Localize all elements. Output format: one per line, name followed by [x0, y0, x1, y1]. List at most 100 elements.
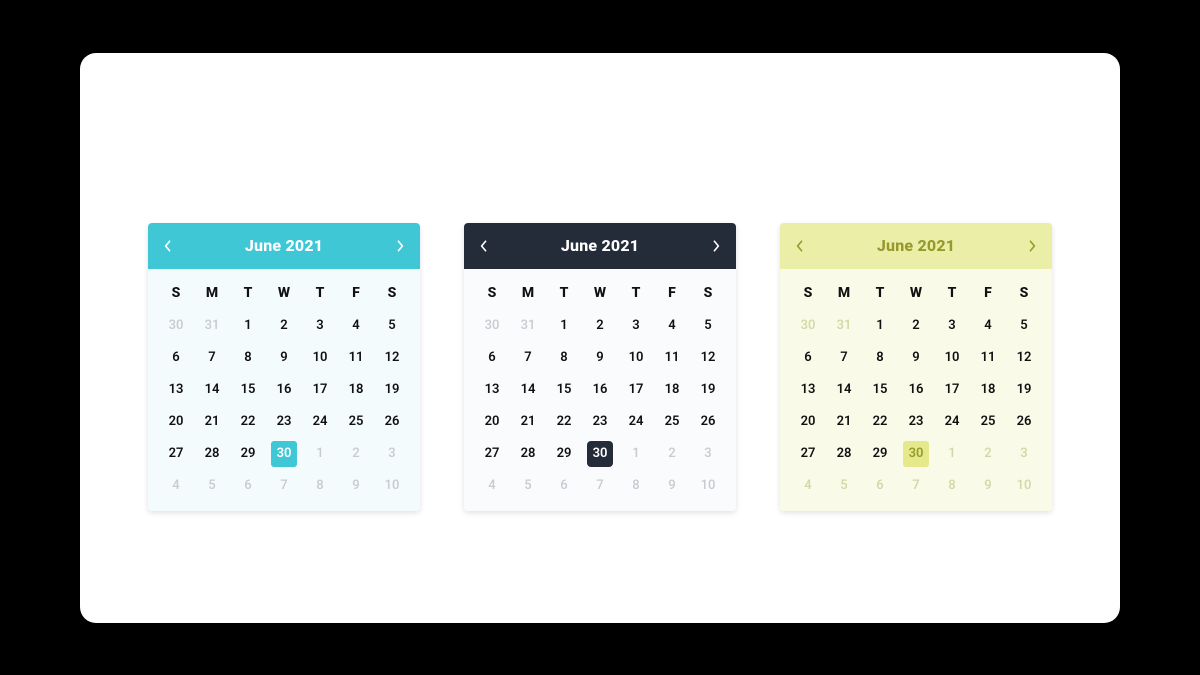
- day-cell[interactable]: 5: [374, 311, 410, 341]
- day-cell[interactable]: 26: [374, 407, 410, 437]
- day-cell[interactable]: 1: [546, 311, 582, 341]
- day-cell[interactable]: 3: [374, 439, 410, 469]
- day-cell[interactable]: 7: [194, 343, 230, 373]
- day-cell[interactable]: 21: [194, 407, 230, 437]
- next-month-button[interactable]: [700, 223, 732, 269]
- day-cell[interactable]: 10: [934, 343, 970, 373]
- day-cell[interactable]: 26: [1006, 407, 1042, 437]
- day-cell[interactable]: 16: [898, 375, 934, 405]
- day-cell[interactable]: 29: [546, 439, 582, 469]
- day-cell[interactable]: 29: [230, 439, 266, 469]
- day-cell[interactable]: 31: [510, 311, 546, 341]
- day-cell[interactable]: 15: [546, 375, 582, 405]
- day-cell[interactable]: 30: [587, 441, 613, 467]
- day-cell[interactable]: 17: [934, 375, 970, 405]
- day-cell[interactable]: 9: [582, 343, 618, 373]
- day-cell[interactable]: 23: [266, 407, 302, 437]
- day-cell[interactable]: 30: [790, 311, 826, 341]
- day-cell[interactable]: 13: [790, 375, 826, 405]
- day-cell[interactable]: 2: [582, 311, 618, 341]
- day-cell[interactable]: 8: [934, 471, 970, 501]
- day-cell[interactable]: 25: [654, 407, 690, 437]
- day-cell[interactable]: 19: [690, 375, 726, 405]
- day-cell[interactable]: 7: [510, 343, 546, 373]
- day-cell[interactable]: 26: [690, 407, 726, 437]
- day-cell[interactable]: 1: [230, 311, 266, 341]
- day-cell[interactable]: 30: [903, 441, 929, 467]
- day-cell[interactable]: 21: [510, 407, 546, 437]
- day-cell[interactable]: 16: [266, 375, 302, 405]
- day-cell[interactable]: 5: [690, 311, 726, 341]
- day-cell[interactable]: 11: [654, 343, 690, 373]
- day-cell[interactable]: 1: [618, 439, 654, 469]
- day-cell[interactable]: 6: [158, 343, 194, 373]
- day-cell[interactable]: 30: [158, 311, 194, 341]
- day-cell[interactable]: 11: [338, 343, 374, 373]
- day-cell[interactable]: 10: [374, 471, 410, 501]
- day-cell[interactable]: 30: [271, 441, 297, 467]
- day-cell[interactable]: 18: [654, 375, 690, 405]
- day-cell[interactable]: 2: [266, 311, 302, 341]
- day-cell[interactable]: 31: [194, 311, 230, 341]
- next-month-button[interactable]: [1016, 223, 1048, 269]
- day-cell[interactable]: 9: [970, 471, 1006, 501]
- day-cell[interactable]: 7: [266, 471, 302, 501]
- day-cell[interactable]: 10: [1006, 471, 1042, 501]
- day-cell[interactable]: 4: [654, 311, 690, 341]
- day-cell[interactable]: 5: [510, 471, 546, 501]
- day-cell[interactable]: 3: [690, 439, 726, 469]
- day-cell[interactable]: 5: [194, 471, 230, 501]
- next-month-button[interactable]: [384, 223, 416, 269]
- day-cell[interactable]: 8: [302, 471, 338, 501]
- day-cell[interactable]: 9: [898, 343, 934, 373]
- day-cell[interactable]: 14: [194, 375, 230, 405]
- day-cell[interactable]: 4: [790, 471, 826, 501]
- day-cell[interactable]: 23: [582, 407, 618, 437]
- day-cell[interactable]: 6: [790, 343, 826, 373]
- day-cell[interactable]: 1: [934, 439, 970, 469]
- day-cell[interactable]: 22: [862, 407, 898, 437]
- day-cell[interactable]: 9: [654, 471, 690, 501]
- day-cell[interactable]: 10: [618, 343, 654, 373]
- day-cell[interactable]: 19: [1006, 375, 1042, 405]
- day-cell[interactable]: 30: [474, 311, 510, 341]
- day-cell[interactable]: 24: [302, 407, 338, 437]
- day-cell[interactable]: 6: [862, 471, 898, 501]
- day-cell[interactable]: 23: [898, 407, 934, 437]
- prev-month-button[interactable]: [784, 223, 816, 269]
- day-cell[interactable]: 13: [474, 375, 510, 405]
- day-cell[interactable]: 1: [302, 439, 338, 469]
- day-cell[interactable]: 20: [474, 407, 510, 437]
- day-cell[interactable]: 17: [302, 375, 338, 405]
- day-cell[interactable]: 14: [510, 375, 546, 405]
- day-cell[interactable]: 4: [970, 311, 1006, 341]
- day-cell[interactable]: 2: [970, 439, 1006, 469]
- day-cell[interactable]: 9: [338, 471, 374, 501]
- day-cell[interactable]: 28: [194, 439, 230, 469]
- day-cell[interactable]: 21: [826, 407, 862, 437]
- day-cell[interactable]: 22: [546, 407, 582, 437]
- day-cell[interactable]: 24: [618, 407, 654, 437]
- day-cell[interactable]: 4: [474, 471, 510, 501]
- day-cell[interactable]: 10: [302, 343, 338, 373]
- day-cell[interactable]: 25: [338, 407, 374, 437]
- day-cell[interactable]: 7: [582, 471, 618, 501]
- day-cell[interactable]: 8: [230, 343, 266, 373]
- day-cell[interactable]: 5: [1006, 311, 1042, 341]
- day-cell[interactable]: 31: [826, 311, 862, 341]
- day-cell[interactable]: 16: [582, 375, 618, 405]
- day-cell[interactable]: 8: [862, 343, 898, 373]
- day-cell[interactable]: 27: [158, 439, 194, 469]
- day-cell[interactable]: 13: [158, 375, 194, 405]
- day-cell[interactable]: 11: [970, 343, 1006, 373]
- day-cell[interactable]: 9: [266, 343, 302, 373]
- day-cell[interactable]: 14: [826, 375, 862, 405]
- day-cell[interactable]: 8: [618, 471, 654, 501]
- day-cell[interactable]: 18: [338, 375, 374, 405]
- day-cell[interactable]: 6: [230, 471, 266, 501]
- day-cell[interactable]: 20: [790, 407, 826, 437]
- day-cell[interactable]: 12: [1006, 343, 1042, 373]
- day-cell[interactable]: 15: [862, 375, 898, 405]
- day-cell[interactable]: 7: [898, 471, 934, 501]
- day-cell[interactable]: 19: [374, 375, 410, 405]
